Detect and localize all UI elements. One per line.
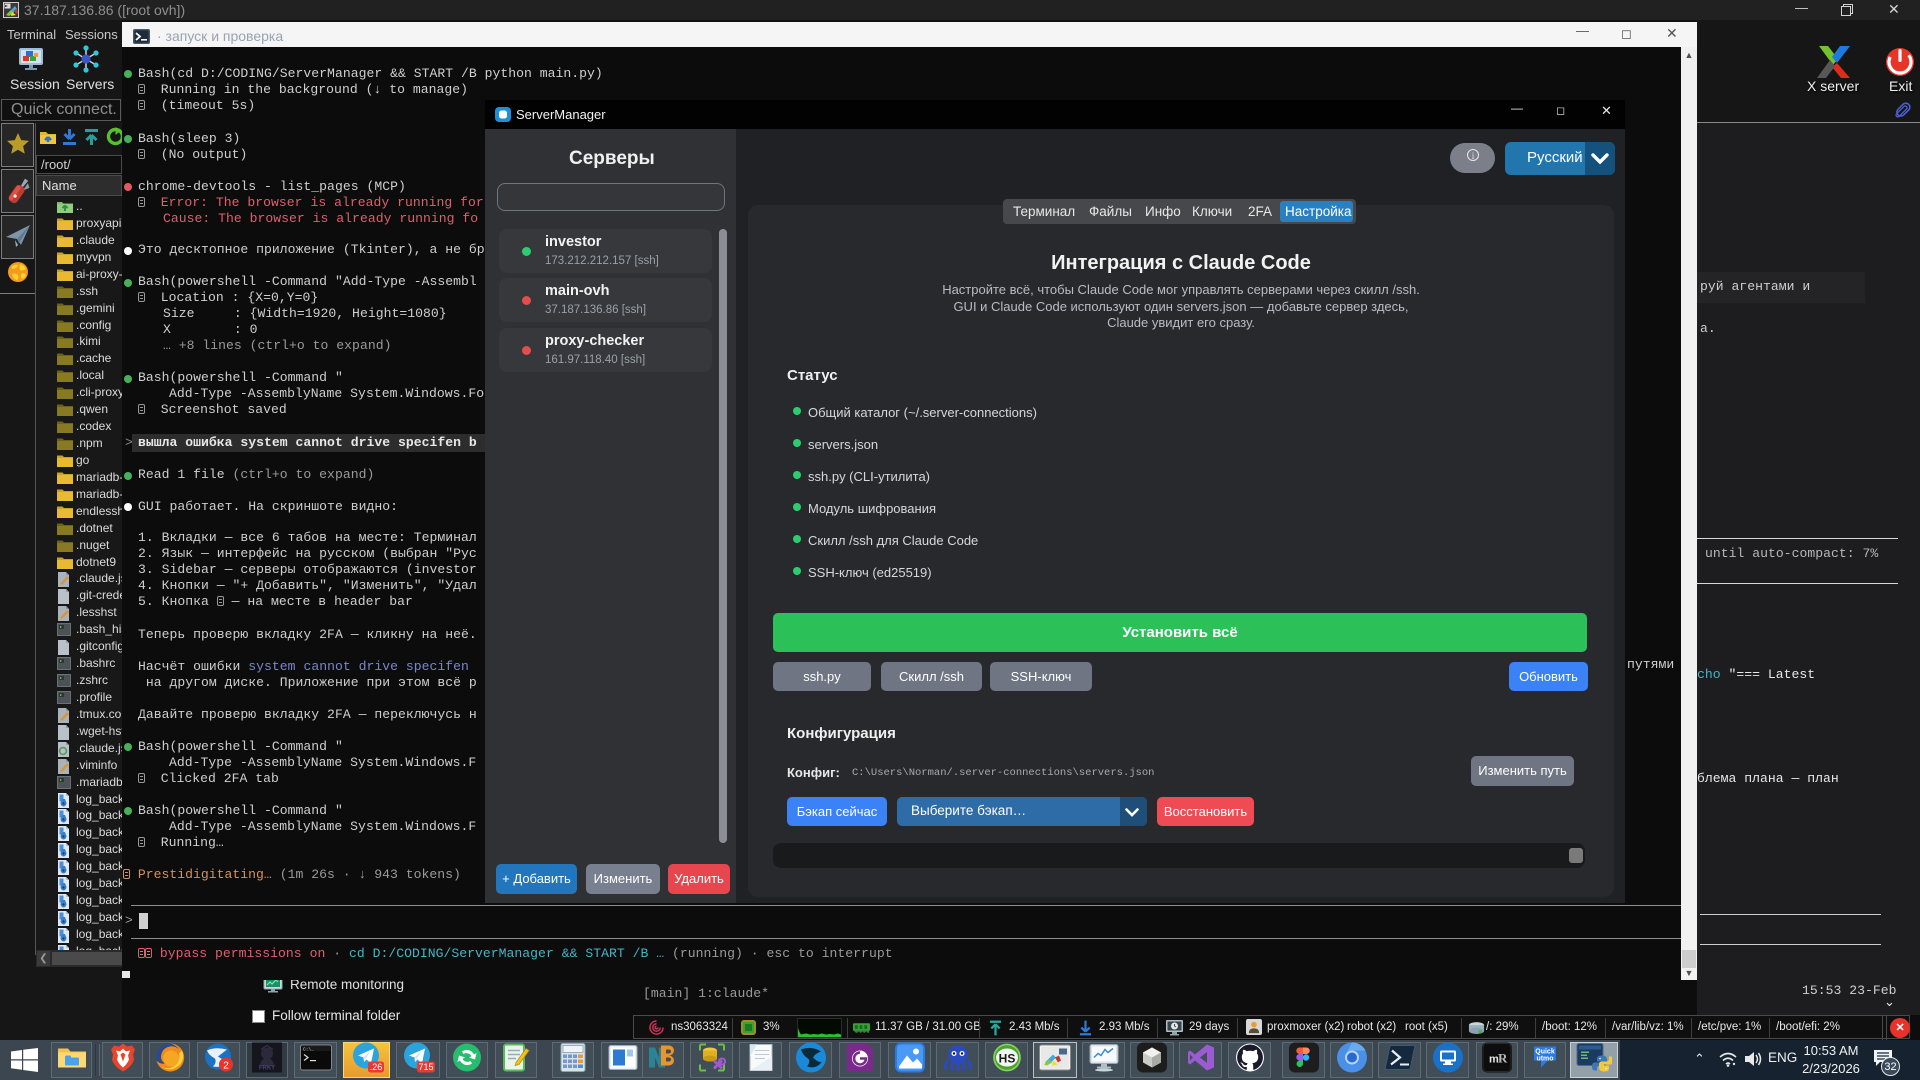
svg-text:2: 2 [223, 1061, 229, 1072]
svg-text:FRKY: FRKY [259, 1066, 275, 1072]
svg-text:C:\_: C:\_ [303, 1047, 314, 1053]
svg-text:Quick: Quick [1535, 1049, 1555, 1056]
svg-text:.26: .26 [369, 1062, 382, 1072]
svg-text:HS: HS [998, 1052, 1015, 1066]
svg-text:utmo: utmo [1536, 1056, 1553, 1063]
svg-text:715: 715 [418, 1062, 433, 1072]
svg-text:R: R [1498, 1051, 1508, 1066]
